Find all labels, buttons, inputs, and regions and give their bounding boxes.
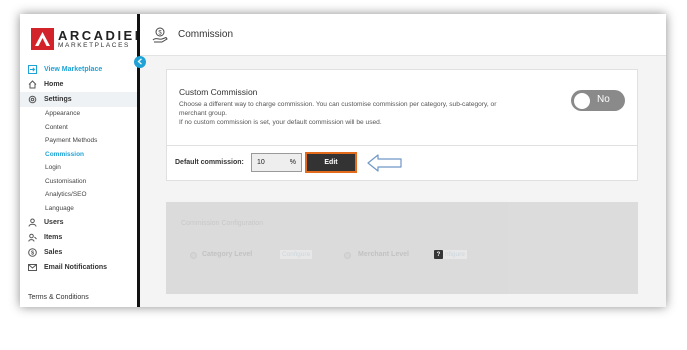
- merchant-level-radio[interactable]: [344, 252, 351, 259]
- default-commission-value: 10: [257, 159, 265, 166]
- svg-text:$: $: [31, 251, 34, 257]
- brand-subtitle: MARKETPLACES: [58, 41, 130, 49]
- category-level-label: Category Level: [202, 251, 253, 258]
- sidebar-item-settings[interactable]: Settings: [20, 92, 137, 107]
- sidebar-item-label: Settings: [44, 96, 72, 103]
- default-commission-row: Default commission: 10 % Edit: [166, 146, 638, 181]
- sidebar-subitem-language[interactable]: Language: [20, 202, 137, 216]
- sidebar-subitem-login[interactable]: Login: [20, 161, 137, 175]
- sidebar: ARCADIER MARKETPLACES View Marketplace H…: [20, 14, 144, 307]
- sidebar-subitem-commission[interactable]: Commission: [20, 148, 137, 162]
- custom-commission-toggle[interactable]: No: [571, 90, 625, 111]
- sidebar-subitem-content[interactable]: Content: [20, 121, 137, 135]
- dollar-icon: $: [28, 248, 37, 257]
- help-icon[interactable]: ?: [434, 250, 443, 259]
- items-icon: [28, 233, 37, 242]
- merchant-level-label: Merchant Level: [358, 251, 409, 258]
- envelope-icon: [28, 263, 37, 272]
- custom-commission-title: Custom Commission: [179, 87, 258, 97]
- default-commission-label: Default commission:: [175, 159, 244, 166]
- home-icon: [28, 80, 37, 89]
- sidebar-subitem-appearance[interactable]: Appearance: [20, 107, 137, 121]
- config-title: Commission Configuration: [181, 220, 264, 227]
- sidebar-subitem-analytics-seo[interactable]: Analytics/SEO: [20, 188, 137, 202]
- app-window: ARCADIER MARKETPLACES View Marketplace H…: [20, 14, 666, 307]
- sidebar-item-label: View Marketplace: [44, 66, 103, 73]
- brand-title: ARCADIER: [58, 27, 147, 43]
- category-level-radio[interactable]: [190, 252, 197, 259]
- commission-icon: $: [152, 27, 168, 43]
- percent-unit: %: [289, 159, 296, 166]
- edit-button[interactable]: Edit: [305, 152, 357, 173]
- arcadier-logo-icon: [31, 28, 54, 50]
- sidebar-nav: View Marketplace Home Settings Appearanc…: [20, 62, 137, 275]
- main-content: Custom Commission Choose a different way…: [140, 56, 666, 307]
- user-icon: [28, 218, 37, 227]
- chevron-left-icon: [137, 57, 143, 67]
- sidebar-item-view-marketplace[interactable]: View Marketplace: [20, 62, 137, 77]
- sidebar-item-sales[interactable]: $ Sales: [20, 245, 137, 260]
- sidebar-item-label: Home: [44, 81, 64, 88]
- merchant-configure-link[interactable]: nfigure: [443, 250, 467, 259]
- terms-link[interactable]: Terms & Conditions: [28, 294, 89, 301]
- sidebar-item-items[interactable]: Items: [20, 230, 137, 245]
- external-link-icon: [28, 65, 37, 74]
- toggle-knob: [574, 92, 590, 109]
- sidebar-subitem-customisation[interactable]: Customisation: [20, 175, 137, 189]
- custom-commission-description: Choose a different way to charge commiss…: [179, 100, 519, 127]
- page-title: Commission: [178, 29, 234, 40]
- sidebar-item-users[interactable]: Users: [20, 215, 137, 230]
- sidebar-item-email-notifications[interactable]: Email Notifications: [20, 260, 137, 275]
- sidebar-item-label: Users: [44, 219, 64, 226]
- default-commission-input[interactable]: 10 %: [251, 153, 302, 172]
- arrow-left-callout-icon: [367, 153, 403, 173]
- collapse-sidebar-button[interactable]: [134, 56, 146, 68]
- brand-logo[interactable]: ARCADIER MARKETPLACES: [31, 28, 147, 50]
- sidebar-item-label: Items: [44, 234, 63, 241]
- commission-configuration-panel: Commission Configuration Category Level …: [166, 202, 638, 294]
- toggle-label: No: [597, 94, 610, 105]
- description-text: Choose a different way to charge commiss…: [179, 101, 497, 117]
- custom-commission-card: Custom Commission Choose a different way…: [166, 69, 638, 146]
- sidebar-item-home[interactable]: Home: [20, 77, 137, 92]
- description-note: If no custom commission is set, your def…: [179, 119, 382, 126]
- sidebar-item-label: Sales: [44, 249, 63, 256]
- sidebar-item-label: Email Notifications: [44, 264, 108, 271]
- gear-icon: [28, 95, 37, 104]
- category-configure-link[interactable]: Configure: [280, 250, 313, 259]
- sidebar-subitem-payment-methods[interactable]: Payment Methods: [20, 134, 137, 148]
- page-header: $ Commission: [140, 14, 666, 56]
